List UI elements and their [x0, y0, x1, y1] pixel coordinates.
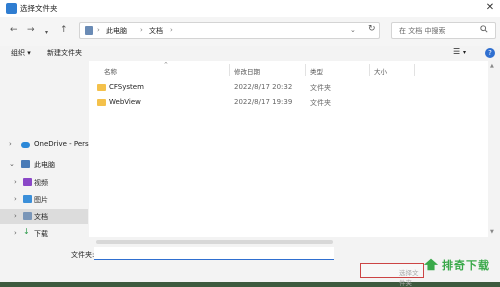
address-bar[interactable]: › 此电脑 › 文档 ›: [79, 22, 380, 39]
sidebar-item-label: 图片: [34, 196, 48, 204]
vertical-scrollbar[interactable]: ▲ ▼: [489, 61, 498, 237]
file-type: 文件夹: [310, 99, 331, 107]
new-folder-button[interactable]: 新建文件夹: [47, 48, 82, 58]
sidebar-item-label: OneDrive - Pers: [34, 140, 89, 148]
column-header-type[interactable]: 类型: [310, 66, 323, 76]
navigation-pane: › OneDrive - Pers ⌄ 此电脑 › 视频 › 图片 › 文档 ›…: [0, 61, 89, 238]
chevron-right-icon: ›: [97, 26, 100, 34]
sidebar-item-this-pc[interactable]: ⌄ 此电脑: [0, 157, 88, 172]
recent-dropdown-icon[interactable]: ▾: [45, 27, 48, 38]
column-divider[interactable]: [369, 64, 370, 76]
file-type: 文件夹: [310, 84, 331, 92]
picture-icon: [23, 195, 32, 203]
forward-icon[interactable]: →: [27, 25, 35, 36]
search-placeholder: 在 文档 中搜索: [399, 27, 446, 35]
file-list: ⌃ 名称 修改日期 类型 大小 CFSystem 2022/8/17 20:32…: [89, 61, 488, 237]
column-header-size[interactable]: 大小: [374, 66, 387, 76]
sidebar-item-label: 文档: [34, 213, 48, 221]
column-divider[interactable]: [229, 64, 230, 76]
folder-name-input[interactable]: [94, 247, 334, 260]
watermark-text: 排奇下载: [442, 259, 490, 272]
sidebar-item-pictures[interactable]: › 图片: [0, 192, 88, 207]
organize-button[interactable]: 组织 ▾: [11, 48, 31, 58]
view-options-icon[interactable]: ☰: [453, 47, 460, 56]
chevron-right-icon: ›: [140, 26, 143, 34]
address-dropdown-icon[interactable]: ⌄: [350, 26, 356, 34]
select-folder-dialog: 选择文件夹 ✕ ← → ▾ ↑ › 此电脑 › 文档 › ⌄ ↻ 在 文档 中搜…: [0, 0, 500, 287]
sidebar-item-label: 视频: [34, 179, 48, 187]
back-icon[interactable]: ←: [10, 25, 18, 36]
search-icon: [480, 25, 488, 33]
up-icon[interactable]: ↑: [60, 25, 68, 36]
chevron-right-icon[interactable]: ›: [14, 195, 17, 203]
file-row[interactable]: WebView 2022/8/17 19:39 文件夹: [89, 95, 488, 110]
file-name: CFSystem: [109, 83, 144, 91]
title-bar: 选择文件夹 ✕: [0, 0, 500, 17]
chevron-right-icon: ›: [170, 26, 173, 34]
chevron-right-icon[interactable]: ›: [14, 178, 17, 186]
folder-field-label: 文件夹:: [71, 251, 95, 259]
app-icon: [6, 3, 17, 14]
breadcrumb-documents[interactable]: 文档: [149, 26, 163, 36]
breadcrumb-this-pc[interactable]: 此电脑: [106, 26, 127, 36]
chevron-right-icon[interactable]: ›: [14, 212, 17, 220]
scroll-down-icon[interactable]: ▼: [490, 229, 494, 235]
download-icon: ↓: [23, 227, 30, 236]
folder-icon: [97, 84, 106, 91]
file-row[interactable]: CFSystem 2022/8/17 20:32 文件夹: [89, 80, 488, 95]
horizontal-scrollbar[interactable]: [96, 240, 333, 244]
select-folder-button[interactable]: 选择文件夹: [360, 263, 424, 287]
help-icon[interactable]: ?: [485, 48, 495, 58]
sidebar-item-onedrive[interactable]: › OneDrive - Pers: [0, 137, 89, 152]
window-title: 选择文件夹: [20, 4, 58, 13]
column-divider[interactable]: [414, 64, 415, 76]
column-header-name[interactable]: 名称: [104, 66, 117, 76]
computer-icon: [21, 160, 30, 168]
sort-caret-icon: ⌃: [163, 61, 169, 69]
column-header-modified[interactable]: 修改日期: [234, 66, 260, 76]
sidebar-item-videos[interactable]: › 视频: [0, 175, 88, 190]
scroll-up-icon[interactable]: ▲: [490, 63, 494, 69]
view-dropdown-icon[interactable]: ▾: [463, 49, 466, 56]
folder-icon: [97, 99, 106, 106]
refresh-icon[interactable]: ↻: [368, 24, 376, 34]
watermark: 排奇下载: [418, 250, 500, 278]
chevron-right-icon[interactable]: ›: [14, 229, 17, 237]
close-icon[interactable]: ✕: [482, 1, 498, 15]
sidebar-item-label: 此电脑: [34, 161, 55, 169]
watermark-logo-icon: [423, 258, 439, 271]
video-icon: [23, 178, 32, 186]
chevron-down-icon[interactable]: ⌄: [9, 160, 15, 168]
sidebar-item-documents[interactable]: › 文档: [0, 209, 88, 224]
chevron-right-icon[interactable]: ›: [9, 140, 12, 148]
cloud-icon: [21, 142, 30, 148]
command-toolbar: 组织 ▾ 新建文件夹 ☰ ▾ ?: [0, 46, 500, 61]
search-box[interactable]: 在 文档 中搜索: [391, 22, 496, 39]
file-name: WebView: [109, 98, 141, 106]
computer-icon: [85, 26, 93, 35]
column-divider[interactable]: [305, 64, 306, 76]
document-icon: [23, 212, 32, 220]
file-modified: 2022/8/17 20:32: [234, 83, 293, 91]
file-modified: 2022/8/17 19:39: [234, 98, 293, 106]
